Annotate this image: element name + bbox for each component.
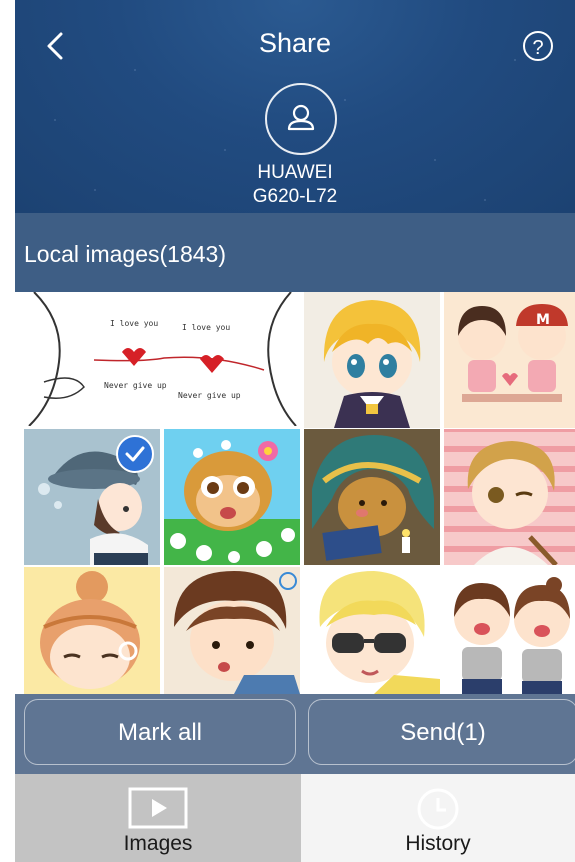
image-play-icon xyxy=(128,787,188,829)
image-tile-girl-hat[interactable] xyxy=(24,429,160,565)
image-tile-chibi-couple[interactable]: M xyxy=(444,292,575,428)
clock-icon xyxy=(417,788,459,830)
send-button[interactable]: Send(1) xyxy=(308,699,575,765)
image-tile-love-line[interactable]: I love you I love you Never give up Neve… xyxy=(24,292,301,426)
image-text-love-2: I love you xyxy=(182,323,230,332)
section-bar: Local images(1843) xyxy=(15,213,575,292)
page-title: Share xyxy=(258,28,332,58)
image-tile-monkey-reading[interactable] xyxy=(304,429,440,565)
image-tile-blonde-boy[interactable] xyxy=(304,292,440,428)
tab-images-label: Images xyxy=(123,832,193,855)
device-model: G620-L72 xyxy=(252,186,338,207)
tab-history-label: History xyxy=(405,832,471,855)
selected-check-badge xyxy=(116,435,154,473)
device-avatar xyxy=(265,83,337,155)
cap-letter: M xyxy=(536,312,550,328)
share-screen: Share ? HUAWEI G620-L72 Local images(184… xyxy=(15,0,575,862)
header: Share ? HUAWEI G620-L72 xyxy=(15,0,575,213)
action-bar: Mark all Send(1) xyxy=(15,694,575,774)
tab-history[interactable]: History xyxy=(301,774,575,862)
image-tile-boy-sunglasses[interactable] xyxy=(304,567,440,694)
image-text-never: Never give up xyxy=(104,381,167,390)
help-button[interactable]: ? xyxy=(523,31,553,61)
checkmark-icon xyxy=(125,446,145,462)
image-grid: I love you I love you Never give up Neve… xyxy=(15,292,575,694)
device-brand: HUAWEI xyxy=(257,162,333,183)
help-circle-icon: ? xyxy=(532,37,544,59)
image-tile-happy-couple[interactable] xyxy=(444,567,575,694)
image-text-never-2: Never give up xyxy=(178,391,241,400)
tab-images[interactable]: Images xyxy=(15,774,301,862)
image-tile-boy-winking[interactable] xyxy=(444,429,575,565)
image-tile-girl-bun[interactable] xyxy=(24,567,160,694)
mark-all-button[interactable]: Mark all xyxy=(24,699,296,765)
image-tile-boy-brown[interactable] xyxy=(164,567,300,694)
section-title: Local images(1843) xyxy=(24,241,227,267)
image-text-love: I love you xyxy=(110,319,158,328)
bottom-tab-bar: Images History xyxy=(15,774,575,862)
image-tile-monkey-flowers[interactable] xyxy=(164,429,300,565)
user-icon xyxy=(287,104,315,131)
